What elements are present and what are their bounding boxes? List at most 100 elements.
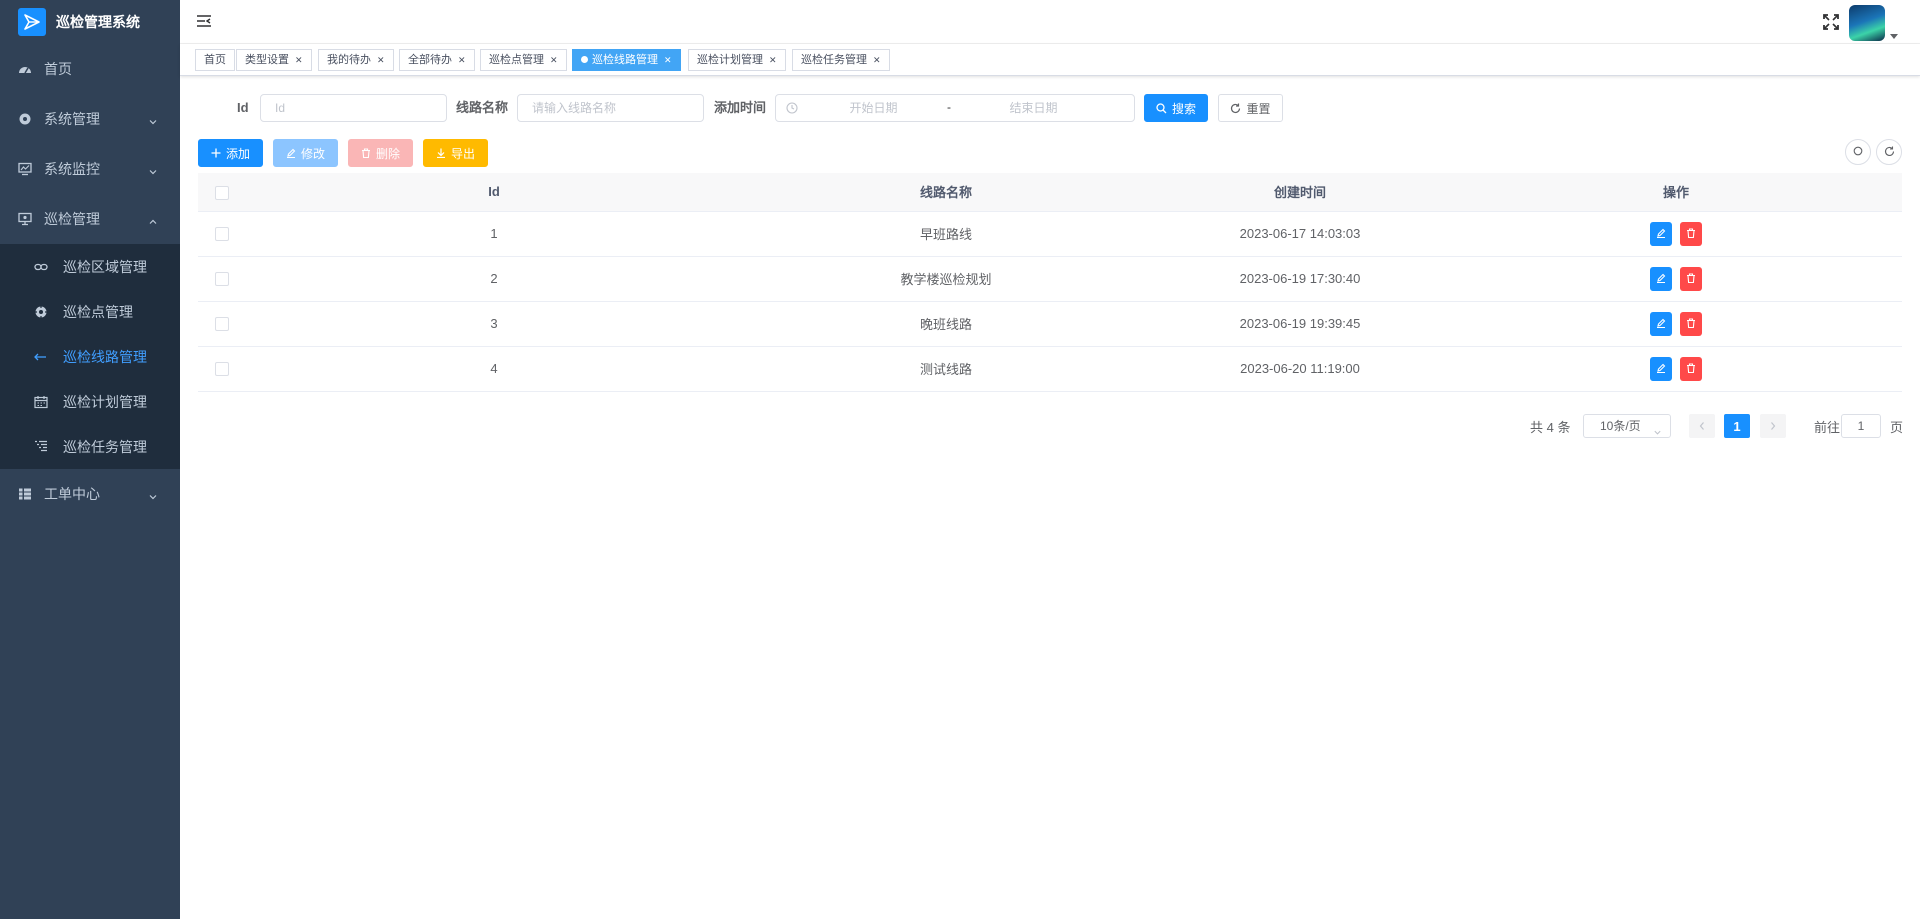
sidebar-item-point[interactable]: 巡检点管理 bbox=[0, 289, 180, 334]
sidebar-item-inspection[interactable]: 巡检管理 bbox=[0, 194, 180, 244]
table-row[interactable]: 4 测试线路 2023-06-20 11:19:00 bbox=[198, 346, 1902, 392]
add-button[interactable]: 添加 bbox=[198, 139, 263, 167]
sidebar-item-system[interactable]: 系统管理 bbox=[0, 94, 180, 144]
table-row[interactable]: 3 晚班线路 2023-06-19 19:39:45 bbox=[198, 301, 1902, 347]
add-button-label: 添加 bbox=[225, 146, 250, 161]
export-button[interactable]: 导出 bbox=[423, 139, 488, 167]
close-icon[interactable]: ✕ bbox=[769, 55, 777, 65]
page-size-select[interactable]: 10条/页 bbox=[1583, 414, 1671, 438]
monitor-icon bbox=[18, 162, 32, 176]
toggle-search-button[interactable] bbox=[1845, 139, 1871, 165]
chevron-down-icon bbox=[148, 489, 158, 505]
table-row[interactable]: 1 早班路线 2023-06-17 14:03:03 bbox=[198, 211, 1902, 257]
edit-icon bbox=[1656, 316, 1666, 331]
close-icon[interactable]: ✕ bbox=[295, 55, 303, 65]
goto-page-input[interactable] bbox=[1841, 414, 1881, 438]
reset-button[interactable]: 重置 bbox=[1218, 94, 1283, 122]
route-table: Id 线路名称 创建时间 操作 1 早班路线 2023-06-17 14:03:… bbox=[198, 173, 1902, 392]
column-header-created[interactable]: 创建时间 bbox=[1150, 173, 1450, 212]
close-icon[interactable]: ✕ bbox=[873, 55, 881, 65]
column-header-id[interactable]: Id bbox=[246, 173, 742, 212]
close-icon[interactable]: ✕ bbox=[377, 55, 385, 65]
row-checkbox[interactable] bbox=[215, 362, 229, 377]
row-delete-button[interactable] bbox=[1680, 311, 1702, 336]
tab-inspection-task[interactable]: 巡检任务管理 ✕ bbox=[792, 49, 890, 71]
sidebar-item-label: 首页 bbox=[44, 61, 72, 77]
row-edit-button[interactable] bbox=[1650, 221, 1672, 246]
tab-inspection-plan[interactable]: 巡检计划管理 ✕ bbox=[688, 49, 786, 71]
tab-home[interactable]: 首页 bbox=[195, 49, 235, 71]
table-row[interactable]: 2 教学楼巡检规划 2023-06-19 17:30:40 bbox=[198, 256, 1902, 302]
chevron-left-icon bbox=[1698, 419, 1706, 434]
avatar[interactable] bbox=[1849, 5, 1885, 41]
logo-icon bbox=[18, 8, 46, 36]
delete-button[interactable]: 删除 bbox=[348, 139, 413, 167]
close-icon[interactable]: ✕ bbox=[458, 55, 466, 65]
row-delete-button[interactable] bbox=[1680, 221, 1702, 246]
prev-page-button[interactable] bbox=[1689, 414, 1715, 438]
row-delete-button[interactable] bbox=[1680, 266, 1702, 291]
clock-icon bbox=[786, 102, 798, 117]
cell-name: 晚班线路 bbox=[742, 301, 1150, 347]
close-icon[interactable]: ✕ bbox=[550, 55, 558, 65]
cell-actions bbox=[1450, 211, 1902, 257]
cell-id: 3 bbox=[246, 301, 742, 347]
id-input[interactable] bbox=[260, 94, 447, 122]
edit-button[interactable]: 修改 bbox=[273, 139, 338, 167]
cell-id: 4 bbox=[246, 346, 742, 392]
active-dot bbox=[581, 56, 588, 63]
sidebar-item-route[interactable]: 巡检线路管理 bbox=[0, 334, 180, 379]
search-button[interactable]: 搜索 bbox=[1144, 94, 1208, 122]
route-name-input[interactable] bbox=[517, 94, 704, 122]
refresh-table-button[interactable] bbox=[1876, 139, 1902, 165]
sidebar-item-task[interactable]: 巡检任务管理 bbox=[0, 424, 180, 469]
close-icon[interactable]: ✕ bbox=[664, 55, 672, 65]
tab-label: 巡检点管理 bbox=[489, 54, 544, 66]
row-edit-button[interactable] bbox=[1650, 266, 1672, 291]
select-all-checkbox[interactable] bbox=[215, 185, 229, 200]
date-range-picker[interactable]: - bbox=[775, 94, 1135, 122]
cell-name: 测试线路 bbox=[742, 346, 1150, 392]
row-edit-button[interactable] bbox=[1650, 356, 1672, 381]
tab-all-todo[interactable]: 全部待办 ✕ bbox=[399, 49, 475, 71]
dashboard-icon bbox=[18, 62, 32, 76]
hamburger-icon[interactable] bbox=[196, 13, 212, 32]
next-page-button[interactable] bbox=[1760, 414, 1786, 438]
tab-inspection-point[interactable]: 巡检点管理 ✕ bbox=[480, 49, 567, 71]
sidebar-item-home[interactable]: 首页 bbox=[0, 44, 180, 94]
cell-id: 1 bbox=[246, 211, 742, 257]
cell-created: 2023-06-17 14:03:03 bbox=[1150, 211, 1450, 257]
sidebar-item-plan[interactable]: 巡检计划管理 bbox=[0, 379, 180, 424]
row-checkbox[interactable] bbox=[215, 317, 229, 332]
export-button-label: 导出 bbox=[450, 146, 475, 161]
route-name-label: 线路名称 bbox=[456, 100, 509, 115]
chevron-up-icon bbox=[148, 214, 158, 230]
start-date-input[interactable] bbox=[806, 99, 941, 117]
sidebar-item-area[interactable]: 巡检区域管理 bbox=[0, 244, 180, 289]
fullscreen-icon[interactable] bbox=[1822, 13, 1840, 34]
tab-label: 我的待办 bbox=[327, 54, 371, 66]
tab-inspection-route[interactable]: 巡检线路管理 ✕ bbox=[572, 49, 681, 71]
caret-down-icon[interactable] bbox=[1890, 28, 1898, 43]
logo-area[interactable]: 巡检管理系统 bbox=[0, 0, 180, 44]
sidebar-item-workorder[interactable]: 工单中心 bbox=[0, 469, 180, 519]
tab-label: 首页 bbox=[204, 54, 226, 66]
row-delete-button[interactable] bbox=[1680, 356, 1702, 381]
tab-type-settings[interactable]: 类型设置 ✕ bbox=[236, 49, 312, 71]
trash-icon bbox=[1686, 361, 1696, 376]
page-size-value: 10条/页 bbox=[1600, 419, 1641, 433]
end-date-input[interactable] bbox=[966, 99, 1101, 117]
edit-icon bbox=[1656, 271, 1666, 286]
row-checkbox[interactable] bbox=[215, 227, 229, 242]
chevron-down-icon bbox=[148, 114, 158, 130]
tab-my-todo[interactable]: 我的待办 ✕ bbox=[318, 49, 394, 71]
page-number-button[interactable]: 1 bbox=[1724, 414, 1750, 438]
sidebar-item-monitor[interactable]: 系统监控 bbox=[0, 144, 180, 194]
column-header-name[interactable]: 线路名称 bbox=[742, 173, 1150, 212]
cell-actions bbox=[1450, 256, 1902, 302]
row-edit-button[interactable] bbox=[1650, 311, 1672, 336]
cell-actions bbox=[1450, 346, 1902, 392]
row-checkbox[interactable] bbox=[215, 272, 229, 287]
plus-icon bbox=[211, 148, 221, 158]
cell-id: 2 bbox=[246, 256, 742, 302]
